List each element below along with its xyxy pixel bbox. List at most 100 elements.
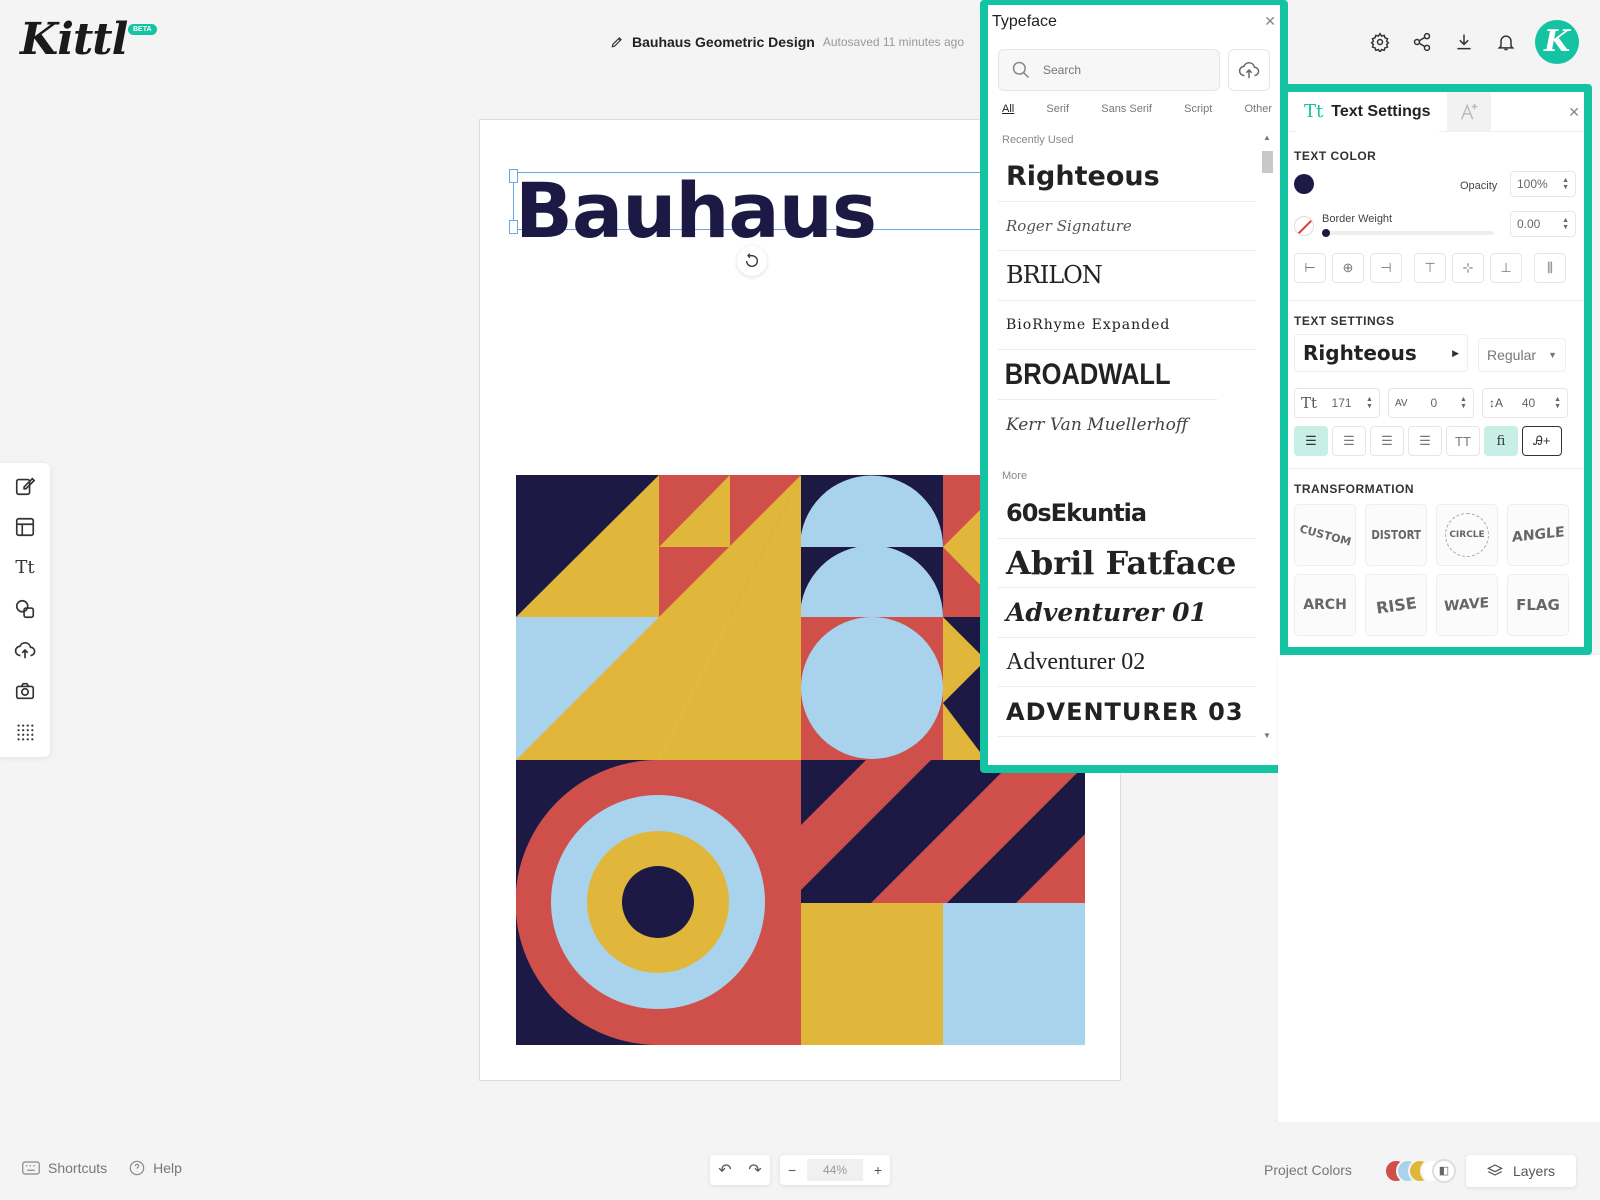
text-settings-header: Tt Text Settings — [1288, 91, 1584, 132]
kittl-logo[interactable]: Kittl — [20, 14, 128, 65]
font-item[interactable]: Roger Signature — [998, 202, 1256, 252]
text-color-swatch[interactable] — [1294, 174, 1314, 194]
camera-icon[interactable] — [14, 680, 36, 702]
shortcuts-link[interactable]: Shortcuts — [22, 1160, 107, 1176]
close-icon[interactable]: ✕ — [1264, 13, 1276, 30]
templates-icon[interactable] — [14, 516, 36, 538]
line-height-value[interactable]: 40 — [1522, 396, 1535, 410]
help-link[interactable]: Help — [129, 1160, 182, 1176]
palette-icon[interactable]: ◧ — [1432, 1159, 1456, 1183]
document-title-bar[interactable]: Bauhaus Geometric Design Autosaved 11 mi… — [610, 34, 964, 50]
gear-icon[interactable] — [1370, 32, 1390, 52]
ligature-toggle[interactable]: fi — [1484, 426, 1518, 456]
align-center-h-icon[interactable]: ⊕ — [1332, 253, 1364, 283]
align-left-icon[interactable]: ⊢ — [1294, 253, 1326, 283]
document-title[interactable]: Bauhaus Geometric Design — [632, 34, 815, 50]
font-item[interactable]: Kerr Van Muellerhoff — [998, 400, 1256, 450]
tab-text-effects[interactable] — [1446, 91, 1491, 132]
tab-serif[interactable]: Serif — [1046, 103, 1069, 115]
font-item[interactable]: BioRhyme Expanded — [998, 301, 1256, 351]
stepper-icon[interactable]: ▲ ▼ — [1366, 396, 1373, 410]
tab-text-settings[interactable]: Tt Text Settings — [1296, 91, 1439, 132]
border-color-swatch[interactable] — [1294, 216, 1314, 236]
font-item[interactable]: BRILON — [998, 251, 1256, 301]
project-colors-swatches[interactable]: ◧ — [1384, 1157, 1458, 1185]
shapes-icon[interactable] — [14, 598, 36, 620]
upload-font-button[interactable] — [1228, 49, 1270, 91]
font-size-value[interactable]: 171 — [1332, 396, 1352, 410]
transform-label: RISE — [1374, 592, 1418, 618]
text-color-label: TEXT COLOR — [1294, 149, 1377, 163]
font-item[interactable]: Adventurer 02 — [998, 638, 1256, 688]
tab-script[interactable]: Script — [1184, 103, 1212, 115]
tab-other[interactable]: Other — [1244, 103, 1272, 115]
letter-spacing-value[interactable]: 0 — [1430, 396, 1437, 410]
zoom-out-button[interactable]: − — [788, 1162, 796, 1178]
distribute-icon[interactable]: ⫼ — [1534, 253, 1566, 283]
share-icon[interactable] — [1412, 32, 1432, 52]
font-item[interactable]: 60sEkuntia — [998, 489, 1256, 539]
transform-custom[interactable]: CUSTOM — [1294, 504, 1356, 566]
project-colors-label: Project Colors — [1264, 1162, 1352, 1178]
transform-rise[interactable]: RISE — [1365, 574, 1427, 636]
font-item[interactable]: Righteous — [998, 152, 1256, 202]
line-height-field[interactable]: ↕A 40 ▲ ▼ — [1482, 388, 1568, 418]
font-family-selector[interactable]: Righteous ▶ — [1294, 334, 1468, 372]
zoom-level[interactable]: 44% — [807, 1159, 863, 1181]
stepper-icon[interactable]: ▲ ▼ — [1562, 177, 1569, 191]
text-align-left-icon[interactable]: ☰ — [1294, 426, 1328, 456]
upload-icon[interactable] — [14, 639, 36, 661]
letter-spacing-field[interactable]: AV 0 ▲ ▼ — [1388, 388, 1474, 418]
transform-arch[interactable]: ARCH — [1294, 574, 1356, 636]
transform-angle[interactable]: ANGLE — [1507, 504, 1569, 566]
transform-flag[interactable]: FLAG — [1507, 574, 1569, 636]
stepper-icon[interactable]: ▲ ▼ — [1460, 396, 1467, 410]
opacity-input[interactable]: 100% ▲ ▼ — [1510, 171, 1576, 197]
download-icon[interactable] — [1454, 32, 1474, 52]
text-style-add-icon[interactable]: Ꭿ+ — [1522, 426, 1562, 456]
slider-thumb[interactable] — [1322, 229, 1330, 237]
align-bottom-icon[interactable]: ⊥ — [1490, 253, 1522, 283]
font-metrics-row: Tt 171 ▲ ▼ AV 0 ▲ ▼ ↕A 40 ▲ ▼ — [1294, 388, 1568, 418]
font-search-box[interactable] — [998, 49, 1220, 91]
font-search-input[interactable] — [1043, 63, 1193, 77]
close-icon[interactable]: ✕ — [1568, 104, 1580, 121]
tab-all[interactable]: All — [1002, 103, 1014, 115]
font-item[interactable]: BROADWALL — [998, 350, 1218, 400]
align-right-icon[interactable]: ⊣ — [1370, 253, 1402, 283]
grid-dots-icon[interactable] — [14, 721, 36, 743]
align-top-icon[interactable]: ⊤ — [1414, 253, 1446, 283]
layers-button[interactable]: Layers — [1466, 1155, 1576, 1187]
font-item[interactable]: ADVENTURER 03 — [998, 687, 1256, 737]
font-list-scrollbar[interactable]: ▲ ▼ — [1260, 133, 1274, 743]
transform-label: FLAG — [1516, 596, 1560, 614]
edit-icon[interactable] — [14, 475, 36, 497]
uppercase-toggle[interactable]: TT — [1446, 426, 1480, 456]
user-avatar[interactable]: K — [1535, 20, 1579, 64]
font-weight-select[interactable]: Regular ▼ — [1478, 338, 1566, 372]
stepper-icon[interactable]: ▲ ▼ — [1554, 396, 1561, 410]
zoom-in-button[interactable]: + — [874, 1162, 882, 1178]
transform-wave[interactable]: WAVE — [1436, 574, 1498, 636]
stepper-icon[interactable]: ▲ ▼ — [1562, 217, 1569, 231]
redo-icon[interactable]: ↷ — [748, 1160, 761, 1180]
transform-distort[interactable]: DISTORT — [1365, 504, 1427, 566]
text-tool-icon[interactable]: Tt — [14, 557, 36, 579]
bell-icon[interactable] — [1496, 32, 1516, 52]
border-weight-slider[interactable] — [1322, 229, 1494, 237]
more-fonts-label: More — [1002, 470, 1028, 482]
tab-sans-serif[interactable]: Sans Serif — [1101, 103, 1152, 115]
font-item[interactable]: Adventurer 01 — [998, 588, 1256, 638]
rotate-handle[interactable] — [737, 246, 767, 276]
text-align-right-icon[interactable]: ☰ — [1370, 426, 1404, 456]
transform-circle[interactable]: CIRCLE — [1436, 504, 1498, 566]
divider — [1288, 468, 1584, 469]
align-middle-v-icon[interactable]: ⊹ — [1452, 253, 1484, 283]
font-item[interactable]: Abril Fatface — [998, 539, 1256, 589]
undo-icon[interactable]: ↶ — [718, 1160, 731, 1180]
text-align-center-icon[interactable]: ☰ — [1332, 426, 1366, 456]
text-justify-icon[interactable]: ☰ — [1408, 426, 1442, 456]
canvas-headline-text[interactable]: Bauhaus — [515, 166, 877, 255]
border-weight-input[interactable]: 0.00 ▲ ▼ — [1510, 211, 1576, 237]
font-size-field[interactable]: Tt 171 ▲ ▼ — [1294, 388, 1380, 418]
